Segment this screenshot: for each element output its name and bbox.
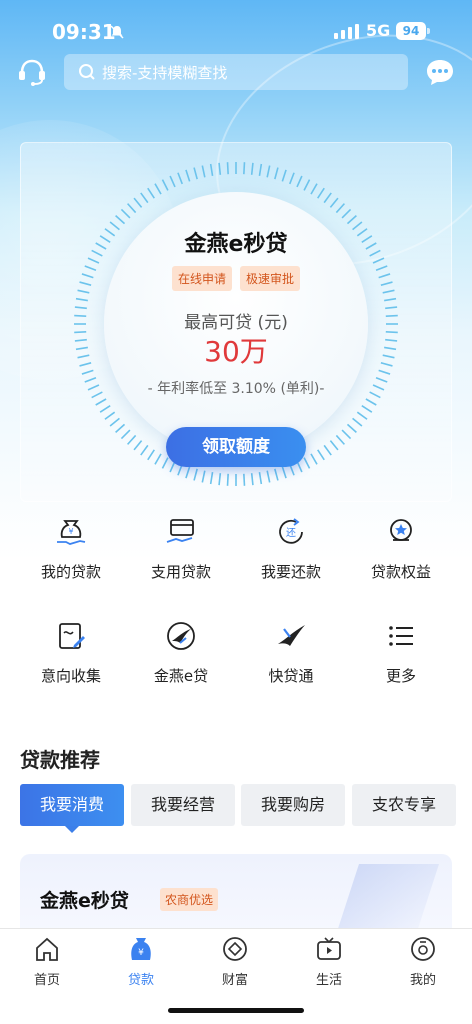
nav-wealth[interactable]: 财富 (188, 935, 282, 988)
grid-item-repay[interactable]: 还 我要还款 (236, 515, 346, 582)
message-icon[interactable] (424, 56, 456, 88)
grid-item-loan-benefits[interactable]: 贷款权益 (346, 515, 456, 582)
profile-icon (411, 937, 435, 961)
max-loan-amount: 30万 (204, 335, 268, 368)
search-placeholder: 搜索-支持模糊查找 (102, 63, 228, 82)
product-tags: 在线申请 极速审批 (0, 266, 472, 291)
swallow-icon (278, 625, 305, 646)
grid-item-jinyan-e-loan[interactable]: 金燕e贷 (126, 619, 236, 686)
tv-icon (317, 937, 341, 960)
nav-life[interactable]: 生活 (282, 935, 376, 988)
grid-item-more[interactable]: 更多 (346, 619, 456, 686)
repay-icon: 还 (279, 518, 303, 544)
grid-item-quick-loan[interactable]: 快贷通 (236, 619, 346, 686)
bell-muted-icon (110, 25, 124, 39)
wealth-icon (223, 937, 247, 961)
card-decoration (333, 864, 439, 934)
list-icon (389, 626, 413, 646)
tab-agriculture[interactable]: 支农专享 (352, 784, 456, 826)
recommend-product-card[interactable]: 金燕e秒贷 农商优选 (20, 854, 452, 934)
tab-consume[interactable]: 我要消费 (20, 784, 124, 833)
signal-icon (334, 24, 359, 39)
money-bag-hand-icon: ¥ (57, 520, 86, 545)
headset-icon[interactable] (16, 56, 48, 88)
claim-quota-button[interactable]: 领取额度 (166, 427, 306, 467)
swallow-circle-icon (167, 622, 195, 650)
search-bar[interactable]: 搜索-支持模糊查找 (64, 54, 408, 90)
product-title: 金燕e秒贷 (184, 232, 288, 257)
home-icon (36, 937, 58, 961)
tab-business[interactable]: 我要经营 (131, 784, 235, 826)
svg-text:¥: ¥ (68, 527, 73, 536)
tag-online-apply: 在线申请 (171, 266, 232, 291)
recommend-card-tag: 农商优选 (160, 888, 219, 911)
form-edit-icon (59, 623, 85, 649)
tag-fast-approval: 极速审批 (240, 266, 301, 291)
card-hand-icon (166, 519, 194, 543)
svg-text:还: 还 (286, 527, 296, 539)
grid-item-use-loan[interactable]: 支用贷款 (126, 515, 236, 582)
nav-home[interactable]: 首页 (0, 935, 94, 988)
interest-rate-note: - 年利率低至 3.10% (单利)- (147, 381, 325, 397)
status-time: 09:31 (52, 20, 116, 44)
network-label: 5G (366, 21, 391, 40)
nav-loan[interactable]: ¥ 贷款 (94, 935, 188, 988)
battery-icon: 94 (396, 22, 426, 40)
recommend-tabs: 我要消费 我要经营 我要购房 支农专享 (20, 784, 456, 833)
grid-item-intent-collect[interactable]: 意向收集 (16, 619, 126, 686)
status-bar: 09:31 5G 94 (0, 0, 472, 62)
star-badge-icon (390, 519, 412, 541)
search-icon (79, 64, 95, 80)
nav-profile[interactable]: 我的 (376, 935, 470, 988)
section-title-recommend: 贷款推荐 (20, 748, 100, 772)
grid-item-my-loans[interactable]: ¥ 我的贷款 (16, 515, 126, 582)
recommend-card-title: 金燕e秒贷 (40, 890, 129, 912)
svg-text:¥: ¥ (138, 948, 144, 958)
home-indicator (168, 1008, 304, 1013)
loan-bag-icon: ¥ (131, 938, 151, 960)
tab-house[interactable]: 我要购房 (241, 784, 345, 826)
